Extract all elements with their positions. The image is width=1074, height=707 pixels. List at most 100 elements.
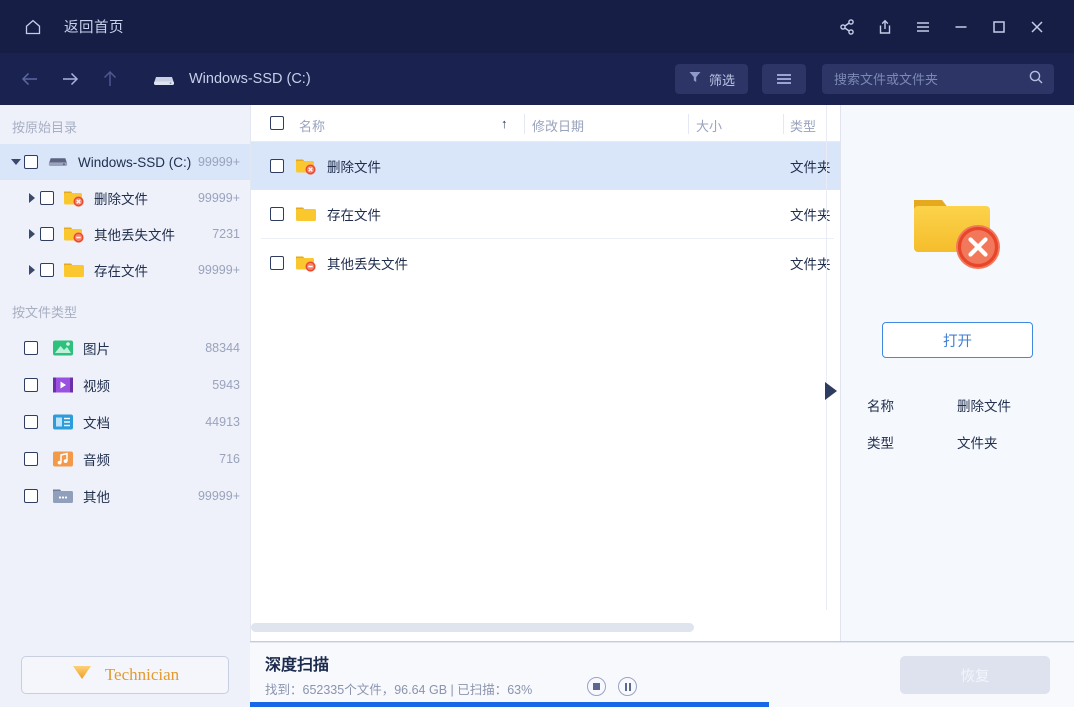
technician-button[interactable]: Technician [21,656,229,694]
other-file-icon [52,487,74,505]
file-type-list: 图片88344视频5943文档44913 音频 716 其他 99999+ [0,329,250,514]
recover-button[interactable]: 恢复 [900,656,1050,694]
status-bar: 深度扫描 找到：652335个文件，96.64 GB | 已扫描：63% 恢复 [250,642,1074,707]
horizontal-scrollbar[interactable] [251,623,841,632]
type-item-label: 其他 [83,486,110,506]
breadcrumb[interactable]: Windows-SSD (C:) [152,71,311,87]
open-button[interactable]: 打开 [882,322,1033,358]
type-item-checkbox[interactable] [24,489,38,503]
document-file-icon [52,413,74,431]
column-divider[interactable] [783,114,784,134]
collapse-panel-triangle-icon[interactable] [825,382,839,400]
hard-drive-icon [47,153,69,171]
column-divider[interactable] [688,114,689,134]
tree-item-count: 99999+ [198,263,240,277]
column-header-type[interactable]: 类型 [790,116,816,135]
arrow-right-icon[interactable] [50,59,90,99]
folder-lost-icon [295,254,317,272]
video-file-icon [52,376,74,394]
menu-icon[interactable] [904,8,942,46]
chevron-right-icon[interactable] [24,265,40,275]
table-row[interactable]: 存在文件 文件夹 [251,190,840,238]
current-path-label: Windows-SSD (C:) [189,71,311,87]
home-label[interactable]: 返回首页 [64,16,124,37]
type-item-checkbox[interactable] [24,452,38,466]
home-icon[interactable] [22,16,44,38]
scan-mode-title: 深度扫描 [265,651,329,675]
sidebar-tree-item[interactable]: 存在文件 99999+ [0,252,250,288]
sidebar-type-item[interactable]: 图片88344 [0,329,250,366]
tree-item-count: 99999+ [198,191,240,205]
table-row[interactable]: 其他丢失文件文件夹 [251,239,840,287]
tree-item-label: 存在文件 [94,260,148,280]
sidebar-tree-item[interactable]: 删除文件99999+ [0,180,250,216]
sidebar-type-item[interactable]: 音频 716 [0,440,250,477]
directory-tree: Windows-SSD (C:)99999+删除文件99999+其他丢失文件72… [0,144,250,288]
chevron-right-icon[interactable] [24,229,40,239]
type-item-checkbox[interactable] [24,415,38,429]
folder-lost-icon [63,225,85,243]
type-item-count: 5943 [212,378,240,392]
chevron-down-icon[interactable] [8,159,24,165]
column-header-size[interactable]: 大小 [696,116,722,135]
sidebar-tree-header: 按原始目录 [0,105,250,144]
row-type: 文件夹 [790,204,831,224]
column-header-name[interactable]: 名称 [299,116,325,135]
sidebar-type-item[interactable]: 其他 99999+ [0,477,250,514]
row-checkbox[interactable] [270,256,284,270]
tree-item-checkbox[interactable] [40,227,54,241]
type-item-count: 716 [219,452,240,466]
tree-item-checkbox[interactable] [40,191,54,205]
type-item-count: 99999+ [198,489,240,503]
search-box[interactable] [822,64,1054,94]
scan-progress-fill [250,702,769,707]
folder-deleted-icon [63,189,85,207]
funnel-icon [688,70,702,89]
tree-item-checkbox[interactable] [24,155,38,169]
toolbar-actions: 筛选 [675,64,1074,94]
preview-meta-value: 删除文件 [957,395,1011,415]
sidebar-type-header: 按文件类型 [0,288,250,329]
type-item-label: 音频 [83,449,110,469]
horizontal-scrollbar-thumb[interactable] [251,623,694,632]
arrow-up-icon[interactable] [90,59,130,99]
column-divider[interactable] [524,114,525,134]
hard-drive-icon [152,71,176,87]
folder-icon [63,261,85,279]
row-name: 存在文件 [327,204,381,224]
row-checkbox[interactable] [270,207,284,221]
select-all-checkbox[interactable] [270,116,284,130]
table-row[interactable]: 删除文件文件夹 [251,142,840,190]
close-icon[interactable] [1018,8,1056,46]
sidebar-tree-item[interactable]: Windows-SSD (C:)99999+ [0,144,250,180]
tree-item-checkbox[interactable] [40,263,54,277]
type-item-checkbox[interactable] [24,341,38,355]
sort-indicator-icon[interactable]: ↑ [501,116,508,131]
row-checkbox[interactable] [270,159,284,173]
arrow-left-icon[interactable] [10,59,50,99]
export-icon[interactable] [866,8,904,46]
search-icon[interactable] [1028,69,1044,90]
share-icon[interactable] [828,8,866,46]
sidebar-type-item[interactable]: 视频5943 [0,366,250,403]
filter-button[interactable]: 筛选 [675,64,748,94]
column-header-modified[interactable]: 修改日期 [532,116,584,135]
type-item-checkbox[interactable] [24,378,38,392]
preview-meta-key: 类型 [867,432,894,452]
tree-item-label: Windows-SSD (C:) [78,155,191,170]
chevron-right-icon[interactable] [24,193,40,203]
minimize-icon[interactable] [942,8,980,46]
type-item-label: 文档 [83,412,110,432]
maximize-icon[interactable] [980,8,1018,46]
technician-area: Technician [0,642,250,707]
file-list-header: 名称 修改日期 大小 类型 ↑ [251,105,840,142]
stop-button-icon[interactable] [587,677,606,696]
search-input[interactable] [834,72,1028,87]
tree-item-count: 7231 [212,227,240,241]
list-view-icon[interactable] [762,64,806,94]
diamond-icon [71,663,93,686]
sidebar-type-item[interactable]: 文档44913 [0,403,250,440]
sidebar-tree-item[interactable]: 其他丢失文件7231 [0,216,250,252]
pause-button-icon[interactable] [618,677,637,696]
preview-meta-value: 文件夹 [957,432,998,452]
